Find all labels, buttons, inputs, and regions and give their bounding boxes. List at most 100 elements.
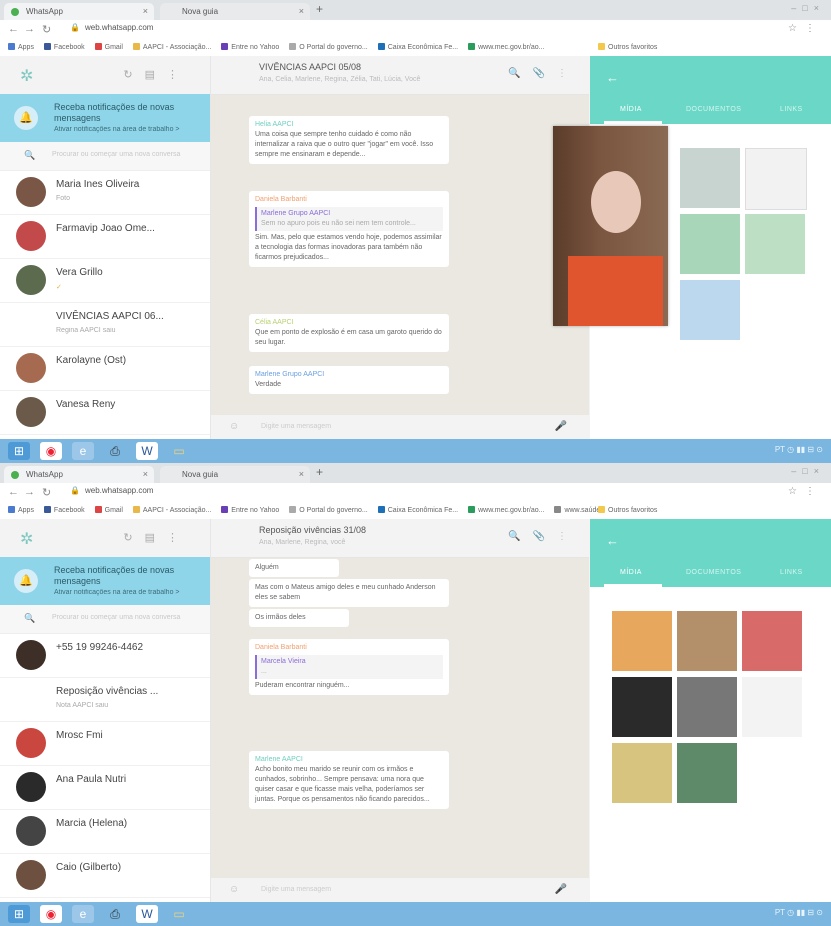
media-thumbnail[interactable]	[612, 611, 672, 671]
conversation-actions[interactable]: 🔍📎⋮	[508, 68, 579, 79]
url-field[interactable]: 🔒 web.whatsapp.com	[70, 486, 153, 495]
back-arrow-icon[interactable]: ←	[606, 533, 619, 548]
media-thumbnail[interactable]	[680, 148, 740, 208]
close-tab-icon[interactable]: ×	[299, 466, 304, 483]
chat-item[interactable]: Mrosc Fmi	[0, 722, 210, 766]
notification-banner[interactable]: 🔔 Receba notificações de novas mensagens…	[0, 94, 210, 142]
tab-media[interactable]: MÍDIA	[620, 569, 642, 576]
conversation-header[interactable]: VIVÊNCIAS AAPCI 05/08 Ana, Celia, Marlen…	[211, 56, 589, 95]
chat-item[interactable]: +55 19 99246-4462	[0, 634, 210, 678]
chrome-icon[interactable]: ◉	[40, 442, 62, 460]
tab-new[interactable]: Nova guia ×	[160, 466, 310, 483]
bookmark[interactable]: www.mec.gov.br/ao...	[468, 40, 544, 56]
new-tab-button[interactable]: +	[316, 2, 323, 16]
emoji-icon[interactable]: ☺	[229, 421, 239, 432]
chat-item[interactable]: Karolayne (Ost)	[0, 347, 210, 391]
bookmark[interactable]: AAPCI - Associação...	[132, 503, 211, 519]
media-thumbnail[interactable]	[745, 148, 807, 210]
tab-whatsapp[interactable]: WhatsApp ×	[4, 3, 154, 20]
bookmark[interactable]: Gmail	[94, 503, 123, 519]
chat-item[interactable]: Marcia (Helena)	[0, 810, 210, 854]
chat-item[interactable]: Ana Paula Nutri	[0, 766, 210, 810]
browser-actions[interactable]: ☆⋮	[788, 486, 823, 497]
forward-icon[interactable]: →	[24, 23, 35, 35]
reload-icon[interactable]: ↻	[42, 486, 51, 499]
chrome-icon[interactable]: ◉	[40, 905, 62, 923]
conversation-actions[interactable]: 🔍📎⋮	[508, 531, 579, 542]
tab-new[interactable]: Nova guia ×	[160, 3, 310, 20]
word-icon[interactable]: W	[136, 442, 158, 460]
bookmark[interactable]: Caixa Econômica Fe...	[377, 40, 458, 56]
bookmark[interactable]: Apps	[8, 40, 34, 56]
word-icon[interactable]: W	[136, 905, 158, 923]
start-button-icon[interactable]: ⊞	[8, 905, 30, 923]
scanner-icon[interactable]: ⎙	[104, 442, 126, 460]
start-button-icon[interactable]: ⊞	[8, 442, 30, 460]
compose-input[interactable]: Digite uma mensagem	[261, 423, 331, 430]
header-icons[interactable]: ↻▤⋮	[123, 531, 190, 544]
media-thumbnail[interactable]	[677, 611, 737, 671]
media-thumbnail[interactable]	[612, 677, 672, 737]
conversation-header[interactable]: Reposição vivências 31/08 Ana, Marlene, …	[211, 519, 589, 558]
bookmark[interactable]: Entre no Yahoo	[221, 40, 279, 56]
microphone-icon[interactable]: 🎤	[555, 884, 567, 895]
tab-documents[interactable]: DOCUMENTOS	[686, 106, 741, 113]
reload-icon[interactable]: ↻	[42, 23, 51, 36]
media-thumbnail[interactable]	[745, 214, 805, 274]
new-tab-button[interactable]: +	[316, 465, 323, 479]
chat-item[interactable]: Farmavip Joao Ome...	[0, 215, 210, 259]
bookmark[interactable]: Facebook	[43, 40, 85, 56]
media-thumbnail[interactable]	[742, 677, 802, 737]
bookmark[interactable]: Caixa Econômica Fe...	[377, 503, 458, 519]
quoted-message[interactable]: Marlene Grupo AAPCI Sem no apuro pois eu …	[255, 207, 443, 231]
close-tab-icon[interactable]: ×	[299, 3, 304, 20]
system-tray[interactable]: PT ◷ ▮▮ ⊟ ⊙	[775, 908, 823, 917]
quoted-message[interactable]: Marcela Vieira...	[255, 655, 443, 679]
browser-actions[interactable]: ☆⋮	[788, 23, 823, 34]
ie-icon[interactable]: e	[72, 905, 94, 923]
profile-avatar-icon[interactable]: ✲	[20, 529, 33, 549]
bookmark-other[interactable]: Outros favoritos	[598, 40, 831, 56]
chat-item[interactable]: Caio (Gilberto)	[0, 854, 210, 898]
chat-item[interactable]: Vera Grillo ✓	[0, 259, 210, 303]
close-tab-icon[interactable]: ×	[143, 466, 148, 483]
media-thumbnail[interactable]	[680, 280, 740, 340]
chat-item[interactable]: Vanesa Reny	[0, 391, 210, 435]
back-icon[interactable]: ←	[8, 486, 19, 498]
scanner-icon[interactable]: ⎙	[104, 905, 126, 923]
bookmark[interactable]: Gmail	[94, 40, 123, 56]
search-bar[interactable]: 🔍 Procurar ou começar uma nova conversa	[0, 142, 210, 171]
notification-link[interactable]: Ativar notificações na área de trabalho …	[54, 126, 209, 133]
media-thumbnail[interactable]	[677, 743, 737, 803]
chat-item[interactable]: VIVÊNCIAS AAPCI 06... Regina AAPCI saiu	[0, 303, 210, 347]
window-controls[interactable]: –□×	[791, 3, 825, 13]
video-call-overlay[interactable]	[553, 126, 668, 326]
chat-item[interactable]: Reposição vivências ... Nota AAPCI saiu	[0, 678, 210, 722]
bookmark[interactable]: O Portal do governo...	[289, 40, 368, 56]
tab-whatsapp[interactable]: WhatsApp ×	[4, 466, 154, 483]
media-thumbnail[interactable]	[677, 677, 737, 737]
bookmark[interactable]: Apps	[8, 503, 34, 519]
bookmark[interactable]: AAPCI - Associação...	[132, 40, 211, 56]
ie-icon[interactable]: e	[72, 442, 94, 460]
search-bar[interactable]: 🔍 Procurar ou começar uma nova conversa	[0, 605, 210, 634]
media-thumbnail[interactable]	[680, 214, 740, 274]
compose-input[interactable]: Digite uma mensagem	[261, 886, 331, 893]
emoji-icon[interactable]: ☺	[229, 884, 239, 895]
window-controls[interactable]: –□×	[791, 466, 825, 476]
bookmark-other[interactable]: Outros favoritos	[598, 503, 831, 519]
media-thumbnail[interactable]	[612, 743, 672, 803]
close-tab-icon[interactable]: ×	[143, 3, 148, 20]
tab-links[interactable]: LINKS	[780, 569, 803, 576]
tab-links[interactable]: LINKS	[780, 106, 803, 113]
system-tray[interactable]: PT ◷ ▮▮ ⊟ ⊙	[775, 445, 823, 454]
back-icon[interactable]: ←	[8, 23, 19, 35]
back-arrow-icon[interactable]: ←	[606, 70, 619, 85]
tab-documents[interactable]: DOCUMENTOS	[686, 569, 741, 576]
bookmark[interactable]: Entre no Yahoo	[221, 503, 279, 519]
url-field[interactable]: 🔒 web.whatsapp.com	[70, 23, 153, 32]
microphone-icon[interactable]: 🎤	[555, 421, 567, 432]
notification-banner[interactable]: 🔔 Receba notificações de novas mensagens…	[0, 557, 210, 605]
chat-item[interactable]: Maria Ines Oliveira Foto	[0, 171, 210, 215]
profile-avatar-icon[interactable]: ✲	[20, 66, 33, 86]
